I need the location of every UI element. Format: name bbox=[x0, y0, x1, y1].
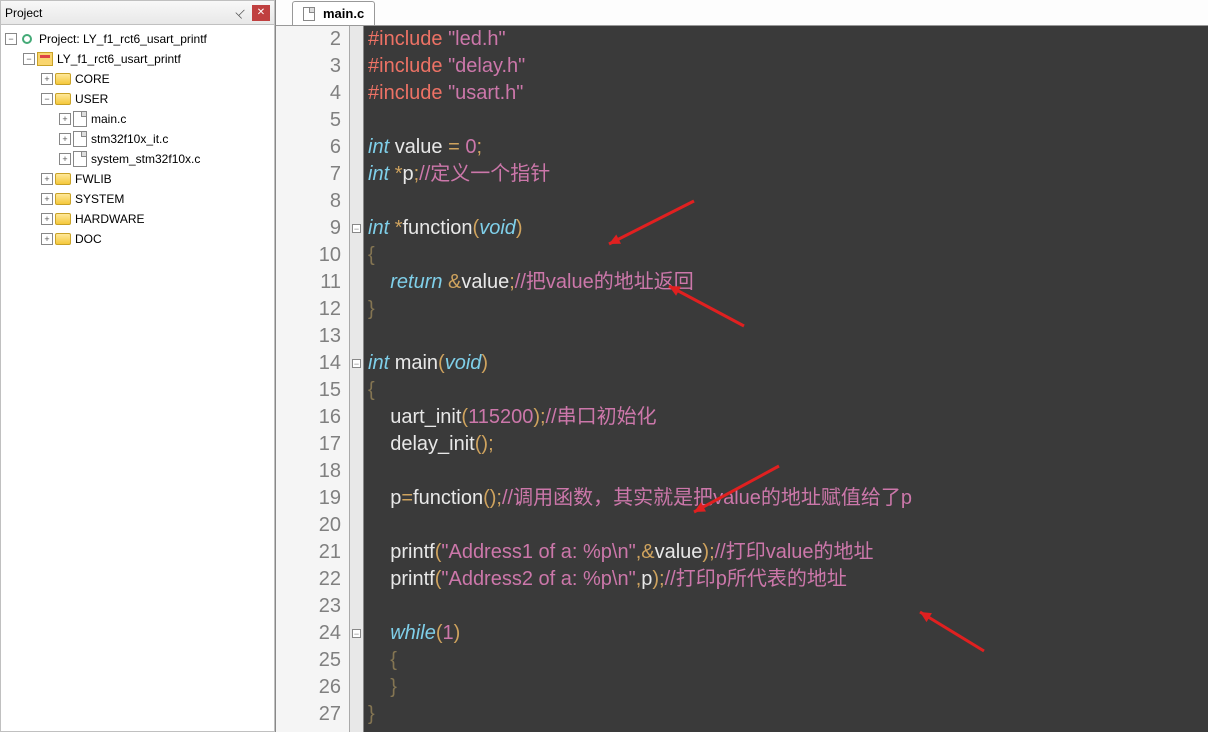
tree-label: DOC bbox=[75, 232, 102, 246]
pin-icon: ⊥ bbox=[232, 4, 249, 21]
folder-icon bbox=[55, 93, 71, 105]
fold-column[interactable]: −−− bbox=[350, 26, 364, 732]
expander-icon[interactable]: − bbox=[23, 53, 35, 65]
folder-icon bbox=[55, 233, 71, 245]
code-line[interactable]: delay_init(); bbox=[364, 431, 1208, 458]
tree-file-sysc[interactable]: + system_stm32f10x.c bbox=[1, 149, 274, 169]
expander-icon[interactable]: + bbox=[59, 153, 71, 165]
folder-icon bbox=[55, 213, 71, 225]
tree-label: CORE bbox=[75, 72, 110, 86]
tree-label: system_stm32f10x.c bbox=[91, 152, 200, 166]
code-line[interactable]: int value = 0; bbox=[364, 134, 1208, 161]
file-icon bbox=[73, 131, 87, 147]
code-line[interactable]: p=function();//调用函数，其实就是把value的地址赋值给了p bbox=[364, 485, 1208, 512]
code-line[interactable] bbox=[364, 323, 1208, 350]
tree-file-mainc[interactable]: + main.c bbox=[1, 109, 274, 129]
line-number-gutter: 2345678910111213141516171819202122232425… bbox=[276, 26, 350, 732]
code-line[interactable] bbox=[364, 458, 1208, 485]
panel-header: Project ⊥ ✕ bbox=[1, 1, 274, 25]
expander-icon[interactable]: + bbox=[41, 213, 53, 225]
code-line[interactable]: return &value;//把value的地址返回 bbox=[364, 269, 1208, 296]
expander-icon[interactable]: + bbox=[41, 193, 53, 205]
code-line[interactable]: } bbox=[364, 296, 1208, 323]
file-icon bbox=[303, 7, 315, 21]
tree-label: stm32f10x_it.c bbox=[91, 132, 168, 146]
code-line[interactable] bbox=[364, 107, 1208, 134]
tree-label: LY_f1_rct6_usart_printf bbox=[57, 52, 181, 66]
tree-label: main.c bbox=[91, 112, 126, 126]
tree-label: Project: LY_f1_rct6_usart_printf bbox=[39, 32, 207, 46]
code-line[interactable]: } bbox=[364, 674, 1208, 701]
folder-icon bbox=[55, 73, 71, 85]
code-line[interactable]: int *p;//定义一个指针 bbox=[364, 161, 1208, 188]
expander-icon[interactable]: + bbox=[41, 173, 53, 185]
code-line[interactable]: while(1) bbox=[364, 620, 1208, 647]
code-line[interactable]: #include "delay.h" bbox=[364, 53, 1208, 80]
code-line[interactable]: #include "usart.h" bbox=[364, 80, 1208, 107]
expander-icon[interactable]: + bbox=[41, 233, 53, 245]
project-panel: Project ⊥ ✕ − Project: LY_f1_rct6_usart_… bbox=[0, 0, 275, 732]
expander-icon[interactable]: − bbox=[5, 33, 17, 45]
tree-package[interactable]: − LY_f1_rct6_usart_printf bbox=[1, 49, 274, 69]
tree-folder-system[interactable]: + SYSTEM bbox=[1, 189, 274, 209]
folder-icon bbox=[55, 193, 71, 205]
file-icon bbox=[73, 151, 87, 167]
code-line[interactable]: } bbox=[364, 701, 1208, 728]
folder-icon bbox=[55, 173, 71, 185]
tree-folder-hardware[interactable]: + HARDWARE bbox=[1, 209, 274, 229]
editor-area: main.c 234567891011121314151617181920212… bbox=[275, 0, 1208, 732]
panel-close-button[interactable]: ✕ bbox=[252, 5, 270, 21]
code-content[interactable]: #include "led.h"#include "delay.h"#inclu… bbox=[364, 26, 1208, 732]
expander-icon[interactable]: − bbox=[41, 93, 53, 105]
code-line[interactable]: printf("Address2 of a: %p\n",p);//打印p所代表… bbox=[364, 566, 1208, 593]
tree-label: USER bbox=[75, 92, 108, 106]
expander-icon[interactable]: + bbox=[59, 113, 71, 125]
code-line[interactable] bbox=[364, 188, 1208, 215]
code-line[interactable] bbox=[364, 512, 1208, 539]
expander-icon[interactable]: + bbox=[59, 133, 71, 145]
tree-file-itc[interactable]: + stm32f10x_it.c bbox=[1, 129, 274, 149]
tree-folder-core[interactable]: + CORE bbox=[1, 69, 274, 89]
code-line[interactable]: #include "led.h" bbox=[364, 26, 1208, 53]
editor-tab-bar: main.c bbox=[276, 0, 1208, 26]
code-editor[interactable]: 2345678910111213141516171819202122232425… bbox=[276, 26, 1208, 732]
tree-label: FWLIB bbox=[75, 172, 112, 186]
project-tree[interactable]: − Project: LY_f1_rct6_usart_printf − LY_… bbox=[1, 25, 274, 731]
tree-folder-user[interactable]: − USER bbox=[1, 89, 274, 109]
package-icon bbox=[37, 52, 53, 66]
tree-label: HARDWARE bbox=[75, 212, 145, 226]
expander-icon[interactable]: + bbox=[41, 73, 53, 85]
file-icon bbox=[73, 111, 87, 127]
tab-label: main.c bbox=[323, 6, 364, 21]
code-line[interactable]: uart_init(115200);//串口初始化 bbox=[364, 404, 1208, 431]
code-line[interactable] bbox=[364, 593, 1208, 620]
tree-folder-doc[interactable]: + DOC bbox=[1, 229, 274, 249]
panel-title: Project bbox=[5, 6, 230, 20]
editor-tab-mainc[interactable]: main.c bbox=[292, 1, 375, 25]
code-line[interactable]: { bbox=[364, 647, 1208, 674]
code-line[interactable]: printf("Address1 of a: %p\n",&value);//打… bbox=[364, 539, 1208, 566]
code-line[interactable]: int main(void) bbox=[364, 350, 1208, 377]
code-line[interactable]: { bbox=[364, 242, 1208, 269]
code-line[interactable]: { bbox=[364, 377, 1208, 404]
tree-root[interactable]: − Project: LY_f1_rct6_usart_printf bbox=[1, 29, 274, 49]
code-line[interactable]: int *function(void) bbox=[364, 215, 1208, 242]
project-icon bbox=[19, 31, 35, 47]
tree-label: SYSTEM bbox=[75, 192, 124, 206]
tree-folder-fwlib[interactable]: + FWLIB bbox=[1, 169, 274, 189]
pin-button[interactable]: ⊥ bbox=[232, 5, 250, 21]
